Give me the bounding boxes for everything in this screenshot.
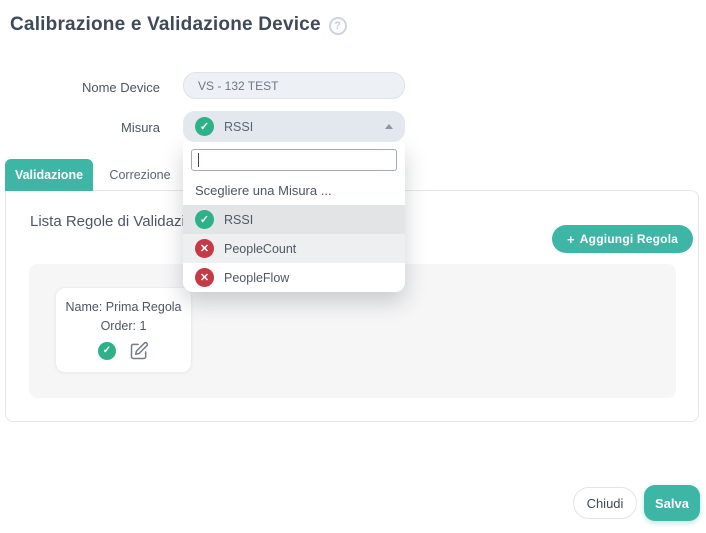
dropdown-option-peoplecount[interactable]: ✕ PeopleCount <box>183 234 405 263</box>
text-cursor <box>198 153 199 167</box>
page-title: Calibrazione e Validazione Device ? <box>10 14 347 36</box>
check-circle-icon: ✓ <box>195 210 214 229</box>
help-icon[interactable]: ? <box>329 17 347 35</box>
validate-rule-check-icon[interactable]: ✓ <box>98 342 116 360</box>
rule-card-actions: ✓ <box>98 341 149 361</box>
dropdown-option-label: PeopleFlow <box>224 271 289 285</box>
misura-select[interactable]: ✓ RSSI <box>183 111 405 142</box>
rule-card-order: Order: 1 <box>101 319 147 333</box>
misura-dropdown: Scegliere una Misura ... ✓ RSSI ✕ People… <box>183 142 405 292</box>
nome-device-input[interactable] <box>183 72 405 99</box>
check-circle-icon: ✓ <box>195 117 214 136</box>
dropdown-option-rssi[interactable]: ✓ RSSI <box>183 205 405 234</box>
add-rule-button[interactable]: + Aggiungi Regola <box>552 225 693 253</box>
add-rule-button-label: Aggiungi Regola <box>580 232 678 246</box>
close-button[interactable]: Chiudi <box>573 487 637 519</box>
dropdown-option-placeholder[interactable]: Scegliere una Misura ... <box>183 176 405 205</box>
misura-selected-value: RSSI <box>224 120 253 134</box>
dropdown-option-label: PeopleCount <box>224 242 296 256</box>
x-circle-icon: ✕ <box>195 268 214 287</box>
dropdown-option-peopleflow[interactable]: ✕ PeopleFlow <box>183 263 405 292</box>
rule-card-name: Name: Prima Regola <box>65 300 181 314</box>
tab-correzione[interactable]: Correzione <box>93 159 187 191</box>
nome-device-label: Nome Device <box>40 80 160 95</box>
plus-icon: + <box>567 232 575 247</box>
save-button[interactable]: Salva <box>644 485 700 521</box>
misura-label: Misura <box>40 120 160 135</box>
chevron-up-icon <box>385 124 393 129</box>
edit-rule-icon[interactable] <box>129 341 149 361</box>
x-circle-icon: ✕ <box>195 239 214 258</box>
dropdown-search-wrapper <box>183 142 405 176</box>
page-title-text: Calibrazione e Validazione Device <box>10 14 321 36</box>
dropdown-search-input[interactable] <box>191 149 397 171</box>
tab-validazione[interactable]: Validazione <box>5 159 93 191</box>
dropdown-option-label: Scegliere una Misura ... <box>195 183 332 198</box>
calibration-validation-dialog: Calibrazione e Validazione Device ? Nome… <box>0 0 706 533</box>
rule-card: Name: Prima Regola Order: 1 ✓ <box>55 287 192 373</box>
dropdown-option-label: RSSI <box>224 213 253 227</box>
